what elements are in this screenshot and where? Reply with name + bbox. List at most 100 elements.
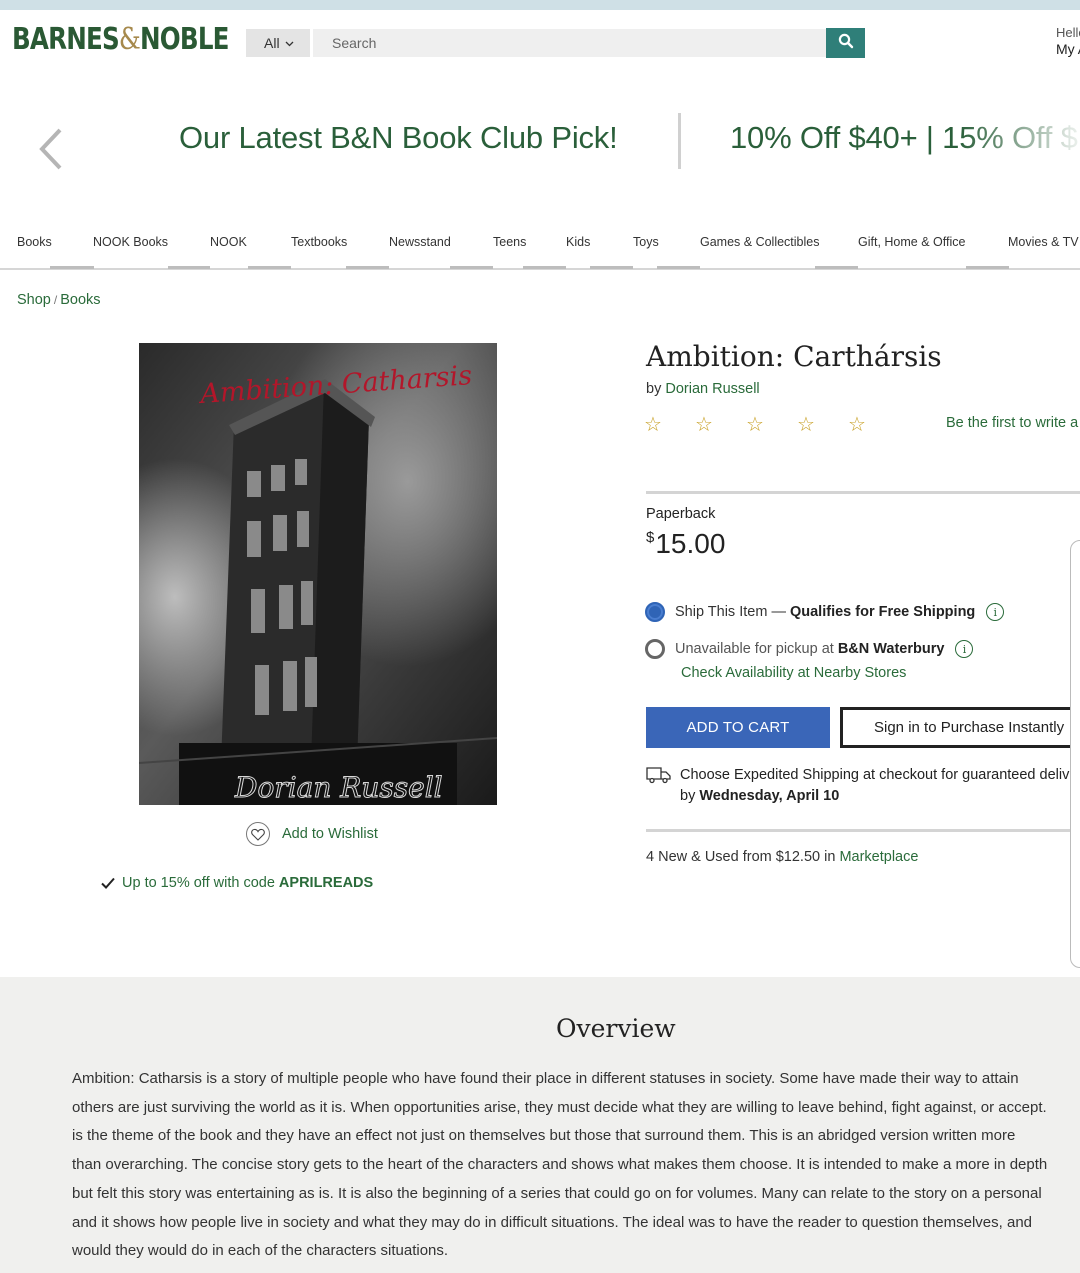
coupon-code: APRILREADS [278, 875, 374, 891]
nav-divider [590, 266, 633, 269]
star-icon: ☆ [797, 414, 815, 436]
nav-item-textbooks[interactable]: Textbooks [291, 235, 347, 249]
product-format: Paperback [646, 506, 716, 522]
chevron-down-icon [285, 39, 294, 49]
price-currency: $ [646, 529, 655, 546]
marketplace-link[interactable]: Marketplace [839, 849, 918, 865]
nav-divider [450, 266, 493, 269]
expedited-date: Wednesday, April 10 [699, 788, 840, 804]
product-byline: by Dorian Russell [646, 381, 760, 397]
breadcrumb-separator: / [53, 293, 58, 307]
nav-divider [523, 266, 566, 269]
overview-line: than overarching. The concise story gets… [72, 1156, 1048, 1174]
nav-divider [346, 266, 389, 269]
sign-in-purchase-button[interactable]: Sign in to Purchase Instantly [840, 707, 1080, 748]
pickup-option[interactable]: Unavailable for pickup at B&N Waterbury … [645, 639, 974, 659]
promo-slide-book-club[interactable]: Our Latest B&N Book Club Pick! [179, 120, 618, 156]
breadcrumb-books[interactable]: Books [60, 292, 100, 308]
star-icon: ☆ [644, 414, 662, 436]
divider [646, 829, 1080, 832]
rating-stars[interactable]: ☆ ☆ ☆ ☆ ☆ [644, 413, 899, 437]
category-nav: Books NOOK Books NOOK Textbooks Newsstan… [0, 230, 1080, 270]
overview-line: is the theme of the book and they have a… [72, 1127, 1016, 1145]
search-category-select[interactable]: All [246, 29, 310, 57]
search-input[interactable] [313, 29, 826, 57]
overview-line: others are just surviving the world as i… [72, 1098, 1047, 1116]
expedited-by: by [680, 788, 696, 804]
ship-option[interactable]: Ship This Item — Qualifies for Free Ship… [645, 602, 1005, 622]
barnes-noble-logo[interactable]: BARNES&NOBLE [12, 22, 229, 57]
account-greeting: Hello [1056, 25, 1080, 40]
logo-text-right: NOBLE [140, 22, 229, 57]
breadcrumb: Shop / Books [17, 292, 101, 308]
product-price: $15.00 [646, 528, 725, 560]
nav-item-nook-books[interactable]: NOOK Books [93, 235, 168, 249]
product-title: Ambition: Carthársis [646, 340, 942, 373]
nav-item-movies-tv[interactable]: Movies & TV [1008, 235, 1079, 249]
cover-author-text: Dorian Russell [234, 771, 443, 804]
nav-item-toys[interactable]: Toys [633, 235, 659, 249]
book-cover-image[interactable]: Ambition: Catharsis Dorian Russell [139, 343, 497, 805]
account-menu[interactable]: Hello My Account [1056, 25, 1080, 57]
free-shipping-label: Qualifies for Free Shipping [789, 604, 976, 620]
info-icon[interactable]: i [955, 640, 974, 658]
overview-line: would they would do in each of the chara… [72, 1242, 449, 1260]
pickup-label: Unavailable for pickup at [675, 641, 834, 657]
nav-divider [966, 266, 1009, 269]
marketplace-info: 4 New & Used from $12.50 in Marketplace [646, 849, 918, 865]
marketplace-text: 4 New & Used from $12.50 in [646, 849, 836, 865]
ship-radio[interactable] [645, 602, 665, 622]
overview-heading: Overview [556, 1014, 676, 1043]
logo-text-left: BARNES [12, 22, 120, 57]
add-to-wishlist-button[interactable]: Add to Wishlist [246, 822, 378, 846]
overview-line: but felt this story was entertaining as … [72, 1184, 1042, 1202]
coupon-text: Up to 15% off with code [122, 875, 279, 891]
logo-ampersand: & [118, 22, 141, 57]
overview-section: Overview Ambition: Catharsis is a story … [0, 977, 1080, 1273]
overview-line: Ambition: Catharsis is a story of multip… [72, 1070, 1019, 1087]
pickup-radio[interactable] [645, 639, 665, 659]
star-icon: ☆ [848, 414, 866, 436]
nav-item-books[interactable]: Books [17, 235, 52, 249]
overview-line: and it shows how people live in society … [72, 1213, 1033, 1231]
nav-item-games-collectibles[interactable]: Games & Collectibles [700, 235, 820, 249]
coupon-promo: Up to 15% off with code APRILREADS [99, 874, 373, 892]
nav-divider [657, 266, 700, 269]
truck-icon [646, 766, 672, 791]
promo-fade-overlay [960, 100, 1080, 180]
nav-item-teens[interactable]: Teens [493, 235, 526, 249]
nav-divider [168, 266, 210, 269]
account-label: My Account [1056, 41, 1080, 57]
chevron-left-icon[interactable] [36, 126, 66, 172]
pickup-store: B&N Waterbury [837, 641, 945, 657]
wishlist-label: Add to Wishlist [282, 826, 378, 842]
expedited-shipping-note: Choose Expedited Shipping at checkout fo… [646, 765, 1080, 807]
write-review-link[interactable]: Be the first to write a review [946, 415, 1080, 431]
check-icon [99, 874, 117, 892]
top-strip [0, 0, 1080, 10]
nav-divider [50, 266, 94, 269]
side-panel[interactable] [1070, 540, 1080, 968]
check-availability-link[interactable]: Check Availability at Nearby Stores [681, 665, 906, 681]
breadcrumb-shop[interactable]: Shop [17, 292, 51, 308]
search-category-value: All [264, 35, 280, 51]
divider [646, 491, 1080, 494]
search-icon [838, 33, 854, 54]
promo-divider [678, 113, 681, 169]
add-to-cart-button[interactable]: ADD TO CART [646, 707, 830, 748]
info-icon[interactable]: i [986, 603, 1005, 621]
heart-icon [246, 822, 270, 846]
author-link[interactable]: Dorian Russell [665, 381, 759, 397]
price-value: 15.00 [655, 528, 726, 559]
ship-label: Ship This Item — [675, 604, 786, 620]
search-button[interactable] [826, 28, 865, 58]
expedited-line: Choose Expedited Shipping at checkout fo… [680, 767, 1080, 783]
nav-item-kids[interactable]: Kids [566, 235, 590, 249]
nav-divider [815, 266, 858, 269]
nav-item-newsstand[interactable]: Newsstand [389, 235, 451, 249]
star-icon: ☆ [695, 414, 713, 436]
nav-item-nook[interactable]: NOOK [210, 235, 247, 249]
overview-text: Ambition: Catharsis is a story of multip… [72, 1065, 1080, 1266]
nav-item-gift-home-office[interactable]: Gift, Home & Office [858, 235, 965, 249]
byline-by: by [646, 381, 662, 397]
